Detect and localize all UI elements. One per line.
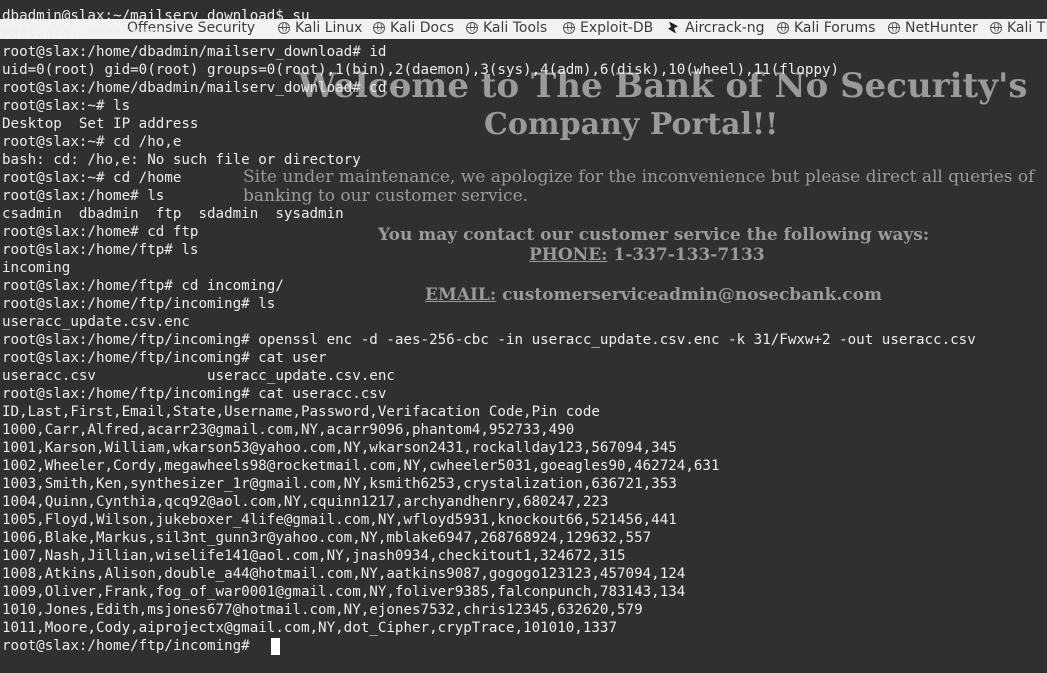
terminal-window[interactable]: dbadmin@slax:~/mailserv_download$ su Pas… (0, 0, 1047, 673)
terminal-line: 1009,Oliver,Frank,fog_of_war0001@gmail.c… (2, 584, 686, 600)
terminal-line: useracc_update.csv.enc (2, 314, 190, 330)
terminal-line: root@slax:/home/dbadmin/mailserv_downloa… (2, 44, 387, 60)
terminal-line: Password: ********* (2, 26, 165, 42)
terminal-line: ID,Last,First,Email,State,Username,Passw… (2, 404, 600, 420)
terminal-cursor (271, 638, 280, 655)
terminal-line: 1010,Jones,Edith,msjones677@hotmail.com,… (2, 602, 643, 618)
terminal-line: useracc.csv useracc_update.csv.enc (2, 368, 395, 384)
terminal-line: csadmin dbadmin ftp sdadmin sysadmin (2, 206, 344, 222)
terminal-line: root@slax:/home# cd ftp (2, 224, 199, 240)
terminal-line: root@slax:/home/ftp/incoming# openssl en… (2, 332, 976, 348)
terminal-line: 1007,Nash,Jillian,wiselife141@aol.com,NY… (2, 548, 626, 564)
terminal-line: 1000,Carr,Alfred,acarr23@gmail.com,NY,ac… (2, 422, 575, 438)
terminal-line: dbadmin@slax:~/mailserv_download$ su (2, 8, 310, 24)
terminal-line: root@slax:~# cd /home (2, 170, 182, 186)
terminal-line: root@slax:/home/ftp/incoming# cat userac… (2, 386, 387, 402)
terminal-line: 1006,Blake,Markus,sil3nt_gunn3r@yahoo.co… (2, 530, 652, 546)
terminal-line: Desktop Set IP address (2, 116, 199, 132)
terminal-line: 1003,Smith,Ken,synthesizer_1r@gmail.com,… (2, 476, 677, 492)
terminal-line: incoming (2, 260, 71, 276)
terminal-line: 1004,Quinn,Cynthia,qcq92@aol.com,NY,cqui… (2, 494, 609, 510)
terminal-line: root@slax:/home/ftp# ls (2, 242, 199, 258)
terminal-line: 1005,Floyd,Wilson,jukeboxer_4life@gmail.… (2, 512, 677, 528)
terminal-line: root@slax:~# ls (2, 98, 131, 114)
terminal-line: 1011,Moore,Cody,aiprojectx@gmail.com,NY,… (2, 620, 617, 636)
terminal-line: 1001,Karson,William,wkarson53@yahoo.com,… (2, 440, 677, 456)
terminal-line: uid=0(root) gid=0(root) groups=0(root),1… (2, 62, 840, 78)
terminal-line: root@slax:/home/ftp# cd incoming/ (2, 278, 284, 294)
terminal-line: root@slax:/home/ftp/incoming# ls (2, 296, 276, 312)
terminal-line: bash: cd: /ho,e: No such file or directo… (2, 152, 361, 168)
terminal-line: root@slax:/home/dbadmin/mailserv_downloa… (2, 80, 404, 96)
terminal-line: root@slax:/home/ftp/incoming# cat user (2, 350, 327, 366)
terminal-line: 1008,Atkins,Alison,double_a44@hotmail.co… (2, 566, 686, 582)
terminal-line: root@slax:/home# ls (2, 188, 165, 204)
terminal-line: root@slax:~# cd /ho,e (2, 134, 182, 150)
terminal-line: 1002,Wheeler,Cordy,megawheels98@rocketma… (2, 458, 720, 474)
terminal-prompt-line[interactable]: root@slax:/home/ftp/incoming# (2, 637, 258, 655)
